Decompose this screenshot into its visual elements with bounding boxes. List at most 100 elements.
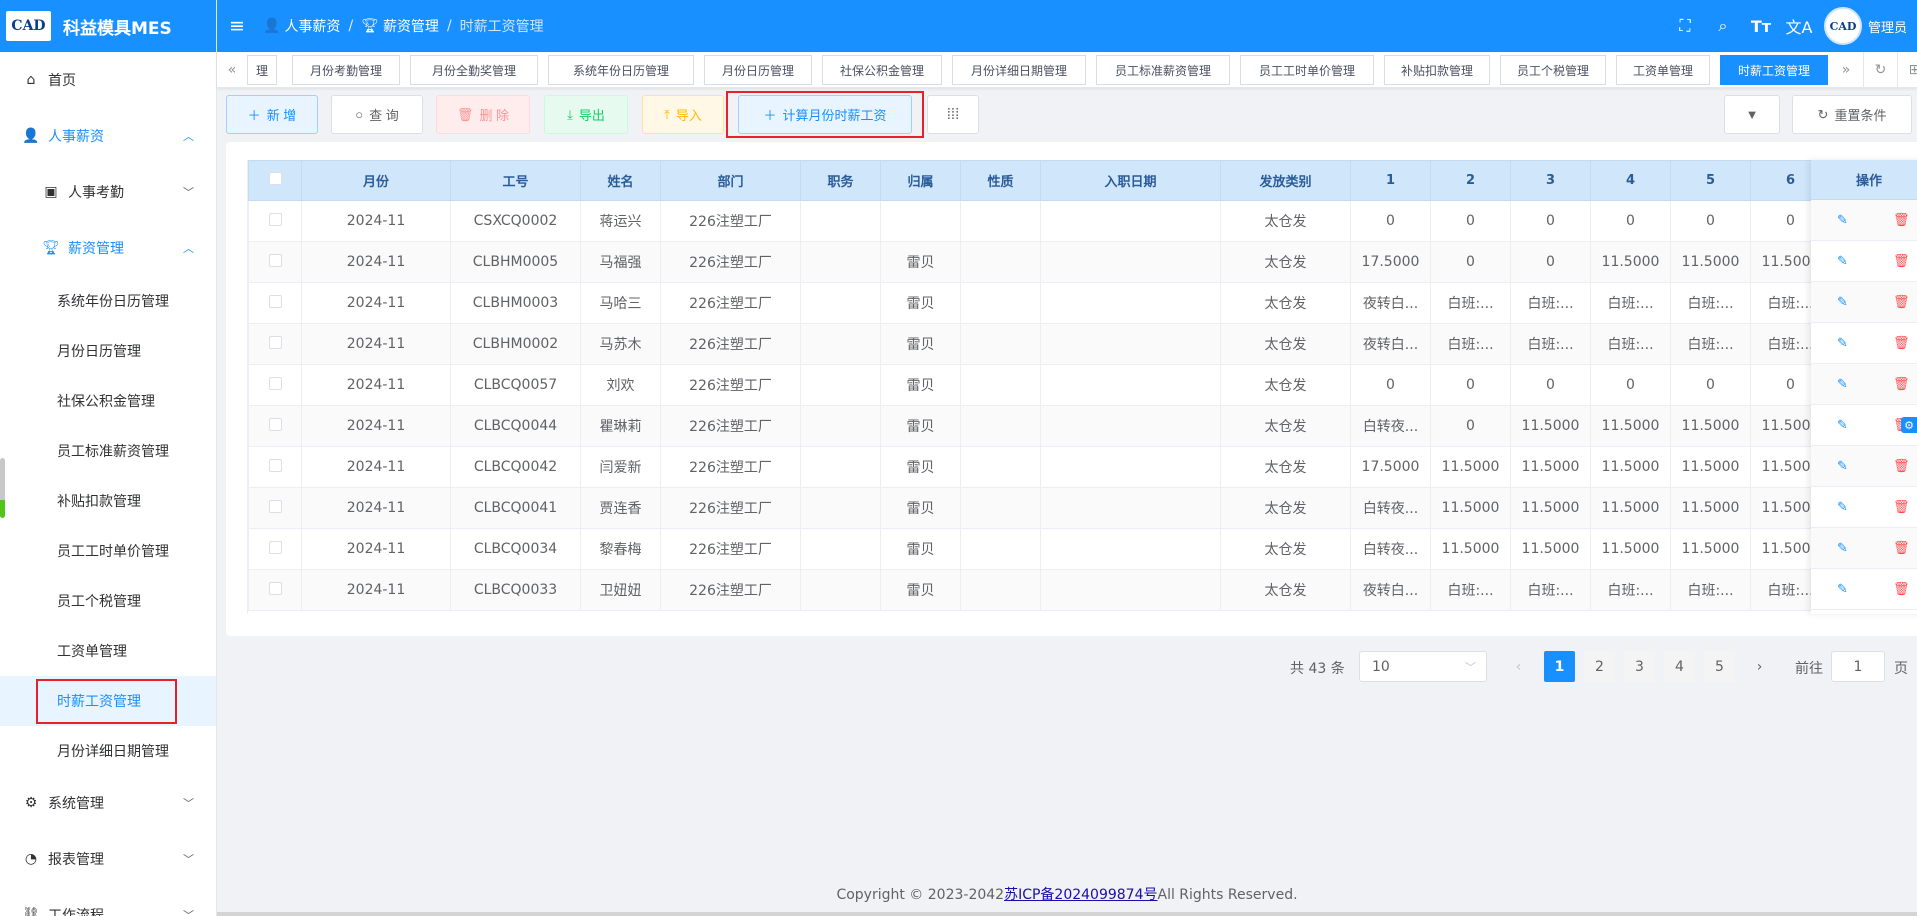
edit-icon[interactable]: ✎: [1837, 254, 1848, 269]
column-header[interactable]: 2: [1430, 160, 1511, 201]
row-checkbox[interactable]: [268, 253, 282, 267]
row-checkbox[interactable]: [268, 499, 282, 513]
edit-icon[interactable]: ✎: [1837, 213, 1848, 228]
page-button-2[interactable]: 2: [1584, 651, 1615, 682]
table-row[interactable]: 2024-11 CLBHM0003 马哈三 226注塑工厂 雷贝 太仓发 夜转白... 白班:…: [248, 282, 1831, 324]
row-select-cell[interactable]: [248, 487, 302, 529]
table-row[interactable]: 2024-11 CLBCQ0057 刘欢 226注塑工厂 雷贝 太仓发 0 0 0 0 0 0: [248, 364, 1831, 406]
select-all-checkbox[interactable]: [268, 172, 282, 185]
edit-icon[interactable]: ✎: [1837, 377, 1848, 392]
horizontal-scrollbar[interactable]: [217, 912, 1917, 916]
tab-month-full-attendance[interactable]: 月份全勤奖管理: [410, 55, 538, 85]
trash-icon[interactable]: 🗑︎: [1893, 500, 1910, 515]
edit-icon[interactable]: ✎: [1837, 500, 1848, 515]
refresh-icon[interactable]: ↻: [1863, 52, 1897, 87]
sidebar-item-hour-price[interactable]: 员工工时单价管理: [0, 526, 216, 576]
add-button[interactable]: ＋ 新 增: [226, 95, 318, 134]
sidebar-item-payslip[interactable]: 工资单管理: [0, 626, 216, 676]
column-header[interactable]: 部门: [660, 160, 801, 201]
settings-float-icon[interactable]: ⚙: [1901, 417, 1917, 433]
column-header[interactable]: 姓名: [580, 160, 661, 201]
row-select-cell[interactable]: [248, 405, 302, 447]
tabs-scroll-left-icon[interactable]: «: [217, 52, 247, 87]
page-button-1[interactable]: 1: [1544, 651, 1575, 682]
row-checkbox[interactable]: [268, 212, 282, 226]
hamburger-icon[interactable]: ≡: [229, 15, 249, 37]
grid-icon[interactable]: ⊞: [1897, 52, 1917, 87]
column-header[interactable]: 1: [1350, 160, 1431, 201]
sidebar-item-month-calendar[interactable]: 月份日历管理: [0, 326, 216, 376]
breadcrumb-item[interactable]: 薪资管理: [383, 16, 439, 36]
icp-link[interactable]: 苏ICP备2024099874号: [1004, 887, 1157, 903]
sidebar-item-workflow[interactable]: ⛓ 工作流程 ﹀: [0, 890, 216, 916]
trash-icon[interactable]: 🗑︎: [1893, 213, 1910, 228]
sidebar-scrollbar[interactable]: [0, 458, 5, 518]
sidebar-item-social-security[interactable]: 社保公积金管理: [0, 376, 216, 426]
column-header[interactable]: 归属: [880, 160, 961, 201]
column-header[interactable]: 职务: [800, 160, 881, 201]
edit-icon[interactable]: ✎: [1837, 418, 1848, 433]
column-header[interactable]: 工号: [450, 160, 581, 201]
table-row[interactable]: 2024-11 CLBCQ0033 卫妞妞 226注塑工厂 雷贝 太仓发 夜转白... 白班:…: [248, 569, 1831, 611]
tabs-scroll-right-icon[interactable]: »: [1831, 52, 1861, 87]
table-row[interactable]: 2024-11 CLBHM0005 马福强 226注塑工厂 雷贝 太仓发 17.5000 0 0…: [248, 241, 1831, 283]
row-checkbox[interactable]: [268, 335, 282, 349]
prev-page-button[interactable]: ‹: [1503, 651, 1534, 682]
sidebar-item-month-detail-date[interactable]: 月份详细日期管理: [0, 726, 216, 776]
import-button[interactable]: ⤒ 导入: [642, 95, 724, 134]
row-select-cell[interactable]: [248, 282, 302, 324]
goto-page-input[interactable]: 1: [1831, 651, 1885, 682]
tab-payslip[interactable]: 工资单管理: [1616, 55, 1710, 85]
edit-icon[interactable]: ✎: [1837, 336, 1848, 351]
tab-social-security[interactable]: 社保公积金管理: [822, 55, 942, 85]
table-row[interactable]: 2024-11 CLBCQ0042 闫爱新 226注塑工厂 雷贝 太仓发 17.5000 11…: [248, 446, 1831, 488]
column-header[interactable]: 3: [1510, 160, 1591, 201]
edit-icon[interactable]: ✎: [1837, 541, 1848, 556]
row-checkbox[interactable]: [268, 417, 282, 431]
translate-icon[interactable]: 文A: [1780, 14, 1818, 38]
row-select-cell[interactable]: [248, 528, 302, 570]
tab-hourly-wage[interactable]: 时薪工资管理: [1720, 55, 1828, 85]
fullscreen-icon[interactable]: ⛶: [1666, 16, 1704, 36]
sidebar-item-attendance[interactable]: ▣ 人事考勤 ﹀: [0, 167, 216, 217]
row-checkbox[interactable]: [268, 294, 282, 308]
column-header[interactable]: 4: [1590, 160, 1671, 201]
delete-button[interactable]: 🗑︎ 删 除: [436, 95, 530, 134]
tab-tax[interactable]: 员工个税管理: [1500, 55, 1606, 85]
trash-icon[interactable]: 🗑︎: [1893, 459, 1910, 474]
trash-icon[interactable]: 🗑︎: [1893, 336, 1910, 351]
column-header[interactable]: 性质: [960, 160, 1041, 201]
trash-icon[interactable]: 🗑︎: [1893, 377, 1910, 392]
column-header[interactable]: 5: [1670, 160, 1751, 201]
tab-standard-salary[interactable]: 员工标准薪资管理: [1096, 55, 1230, 85]
sidebar-item-sys-year-calendar[interactable]: 系统年份日历管理: [0, 276, 216, 326]
row-checkbox[interactable]: [268, 581, 282, 595]
tab-allowance[interactable]: 补贴扣款管理: [1384, 55, 1490, 85]
table-row[interactable]: 2024-11 CLBCQ0041 贾连香 226注塑工厂 雷贝 太仓发 白转夜... 11.…: [248, 487, 1831, 529]
toggle-search-button[interactable]: ▼: [1724, 95, 1780, 134]
tab-month-detail-date[interactable]: 月份详细日期管理: [952, 55, 1086, 85]
tab-hour-price[interactable]: 员工工时单价管理: [1240, 55, 1374, 85]
sidebar-item-tax[interactable]: 员工个税管理: [0, 576, 216, 626]
sidebar-item-report[interactable]: ◔ 报表管理 ﹀: [0, 834, 216, 884]
edit-icon[interactable]: ✎: [1837, 459, 1848, 474]
page-size-select[interactable]: 10 ﹀: [1359, 651, 1487, 682]
table-row[interactable]: 2024-11 CLBCQ0034 黎春梅 226注塑工厂 雷贝 太仓发 白转夜... 11.…: [248, 528, 1831, 570]
page-button-4[interactable]: 4: [1664, 651, 1695, 682]
sidebar-item-salary[interactable]: 🏆︎ 薪资管理 ︿: [0, 223, 216, 273]
row-select-cell[interactable]: [248, 446, 302, 488]
next-page-button[interactable]: ›: [1744, 651, 1775, 682]
page-button-3[interactable]: 3: [1624, 651, 1655, 682]
tab-month-calendar[interactable]: 月份日历管理: [704, 55, 812, 85]
row-select-cell[interactable]: [248, 569, 302, 611]
row-checkbox[interactable]: [268, 458, 282, 472]
table-row[interactable]: 2024-11 CSXCQ0002 蒋运兴 226注塑工厂 太仓发 0 0 0 0 0 0: [248, 200, 1831, 242]
sidebar-item-system[interactable]: ⚙ 系统管理 ﹀: [0, 778, 216, 828]
columns-button[interactable]: ⁞⁞⁞: [927, 95, 979, 134]
tab-sys-year-calendar[interactable]: 系统年份日历管理: [548, 55, 694, 85]
search-icon[interactable]: ⌕: [1704, 16, 1742, 36]
tab-truncated[interactable]: 理: [247, 55, 277, 85]
sidebar-item-home[interactable]: ⌂ 首页: [0, 55, 216, 105]
table-row[interactable]: 2024-11 CLBCQ0044 瞿琳莉 226注塑工厂 雷贝 太仓发 白转夜... 0 11…: [248, 405, 1831, 447]
trash-icon[interactable]: 🗑︎: [1893, 254, 1910, 269]
